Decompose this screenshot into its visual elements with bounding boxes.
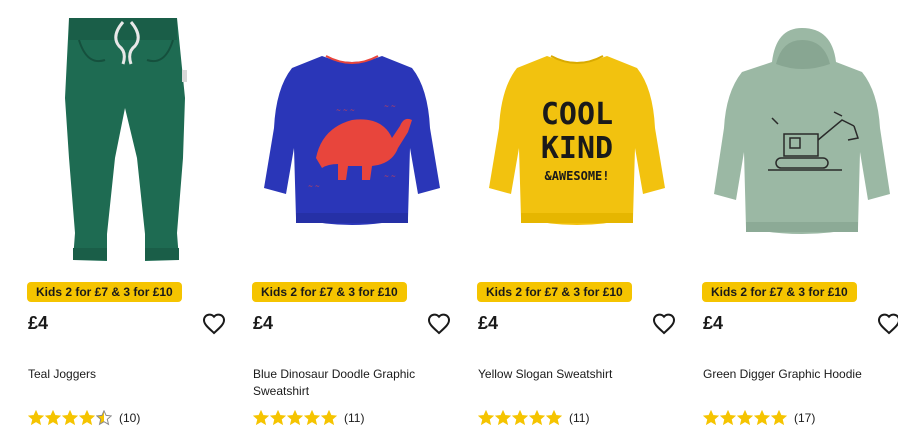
review-count: (11) — [569, 411, 590, 425]
product-rating[interactable]: (17) — [703, 409, 815, 427]
graphic-text-line-2: KIND — [541, 131, 613, 166]
product-grid: Kids 2 for £7 & 3 for £10 £4 Teal Jogger… — [0, 0, 898, 442]
star-filled-icon — [495, 410, 511, 426]
star-filled-icon — [304, 410, 320, 426]
green-digger-hoodie-image — [714, 28, 890, 234]
product-image[interactable]: ~ ~ ~ ~ ~ ~ ~ ~ ~ — [252, 8, 452, 272]
star-filled-icon — [321, 410, 337, 426]
star-filled-icon — [512, 410, 528, 426]
product-price: £4 — [703, 313, 724, 333]
graphic-text-line-1: COOL — [541, 97, 613, 132]
svg-text:~ ~: ~ ~ — [308, 183, 320, 190]
star-filled-icon — [478, 410, 494, 426]
yellow-slogan-sweatshirt-image: COOL KIND &AWESOME! — [489, 55, 665, 225]
product-card[interactable]: Kids 2 for £7 & 3 for £10 £4 Green Digge… — [702, 0, 898, 442]
favourite-heart-icon[interactable] — [652, 312, 676, 336]
product-name[interactable]: Blue Dinosaur Doodle Graphic Sweatshirt — [253, 366, 453, 400]
graphic-text-line-3: &AWESOME! — [544, 169, 609, 183]
product-card[interactable]: ~ ~ ~ ~ ~ ~ ~ ~ ~ Kids 2 for £7 & 3 for … — [252, 0, 452, 442]
star-filled-icon — [529, 410, 545, 426]
star-rating — [478, 410, 562, 426]
svg-text:~ ~ ~: ~ ~ ~ — [336, 107, 355, 114]
star-filled-icon — [28, 410, 44, 426]
product-rating[interactable]: (10) — [28, 409, 140, 427]
star-filled-icon — [79, 410, 95, 426]
star-filled-icon — [270, 410, 286, 426]
product-card[interactable]: COOL KIND &AWESOME! Kids 2 for £7 & 3 fo… — [477, 0, 677, 442]
teal-joggers-image — [65, 18, 187, 261]
product-rating[interactable]: (11) — [253, 409, 364, 427]
product-rating[interactable]: (11) — [478, 409, 589, 427]
product-image[interactable]: COOL KIND &AWESOME! — [477, 8, 677, 272]
promo-badge: Kids 2 for £7 & 3 for £10 — [702, 282, 857, 302]
product-price: £4 — [253, 313, 274, 333]
product-image[interactable] — [702, 8, 898, 272]
star-half-icon — [96, 410, 112, 426]
star-filled-icon — [720, 410, 736, 426]
svg-text:~ ~: ~ ~ — [384, 103, 396, 110]
favourite-heart-icon[interactable] — [427, 312, 451, 336]
product-price: £4 — [28, 313, 49, 333]
star-filled-icon — [287, 410, 303, 426]
promo-badge: Kids 2 for £7 & 3 for £10 — [27, 282, 182, 302]
review-count: (10) — [119, 411, 141, 425]
product-name[interactable]: Yellow Slogan Sweatshirt — [478, 366, 678, 383]
star-filled-icon — [253, 410, 269, 426]
svg-text:~ ~: ~ ~ — [384, 173, 396, 180]
product-price: £4 — [478, 313, 499, 333]
favourite-heart-icon[interactable] — [202, 312, 226, 336]
star-filled-icon — [771, 410, 787, 426]
promo-badge: Kids 2 for £7 & 3 for £10 — [252, 282, 407, 302]
product-image[interactable] — [27, 8, 227, 272]
favourite-heart-icon[interactable] — [877, 312, 898, 336]
product-card[interactable]: Kids 2 for £7 & 3 for £10 £4 Teal Jogger… — [27, 0, 227, 442]
review-count: (11) — [344, 411, 365, 425]
star-rating — [703, 410, 787, 426]
star-filled-icon — [45, 410, 61, 426]
star-filled-icon — [546, 410, 562, 426]
blue-dinosaur-sweatshirt-image: ~ ~ ~ ~ ~ ~ ~ ~ ~ — [264, 55, 440, 225]
star-rating — [253, 410, 337, 426]
star-rating — [28, 410, 112, 426]
promo-badge: Kids 2 for £7 & 3 for £10 — [477, 282, 632, 302]
product-name[interactable]: Green Digger Graphic Hoodie — [703, 366, 898, 383]
star-filled-icon — [754, 410, 770, 426]
review-count: (17) — [794, 411, 816, 425]
product-name[interactable]: Teal Joggers — [28, 366, 228, 383]
star-filled-icon — [737, 410, 753, 426]
star-filled-icon — [62, 410, 78, 426]
star-filled-icon — [703, 410, 719, 426]
